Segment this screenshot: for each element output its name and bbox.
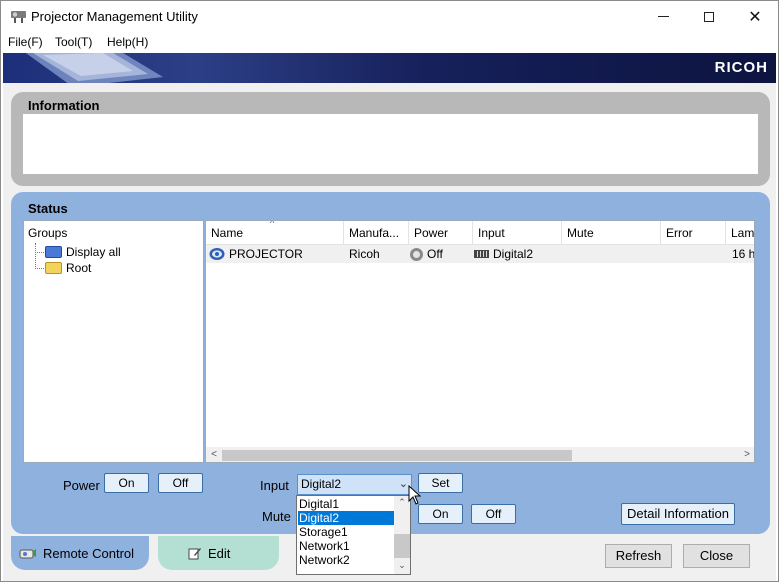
input-label: Input — [260, 478, 289, 493]
power-label: Power — [63, 478, 100, 493]
minimize-icon — [657, 16, 669, 17]
laptop-graphic — [25, 53, 163, 83]
information-panel: Information — [11, 92, 770, 186]
tree-item-root[interactable]: Root — [45, 261, 91, 275]
maximize-icon — [704, 11, 714, 22]
tree-connector — [35, 243, 36, 269]
menu-tool[interactable]: Tool(T) — [55, 35, 92, 49]
dropdown-option-selected[interactable]: Digital2 — [298, 511, 395, 525]
title-bar: Projector Management Utility ✕ — [1, 1, 778, 32]
cell-input: Digital2 — [474, 245, 562, 263]
cell-power: Off — [410, 245, 473, 263]
column-header-error[interactable]: Error — [661, 221, 726, 245]
groups-label: Groups — [28, 226, 68, 240]
menu-bar: File(F) Tool(T) Help(H) — [1, 32, 778, 52]
close-button[interactable]: Close — [683, 544, 750, 568]
power-off-icon — [410, 247, 423, 261]
input-port-icon — [474, 250, 489, 258]
window-title: Projector Management Utility — [31, 9, 198, 24]
horizontal-scrollbar[interactable]: < > — [206, 447, 754, 462]
scrollbar-thumb[interactable] — [222, 450, 572, 461]
tree-connector — [35, 252, 44, 253]
tree-item-display-all[interactable]: Display all — [45, 245, 121, 259]
header-banner: RICOH — [3, 53, 776, 83]
edit-icon — [188, 548, 201, 560]
cell-manufacturer: Ricoh — [349, 247, 380, 261]
scroll-right-icon[interactable]: > — [740, 448, 754, 462]
dropdown-option[interactable]: Digital1 — [298, 497, 395, 511]
scroll-down-icon[interactable]: ⌄ — [394, 560, 410, 572]
tree-item-label: Display all — [66, 245, 121, 259]
close-icon: ✕ — [748, 8, 762, 26]
power-off-button[interactable]: Off — [158, 473, 203, 493]
detail-information-button[interactable]: Detail Information — [621, 503, 735, 525]
input-select[interactable]: Digital2 ⌄ — [297, 474, 412, 495]
table-row[interactable]: PROJECTOR Ricoh Off Digital2 16 h — [206, 245, 755, 263]
dropdown-option[interactable]: Storage1 — [298, 525, 395, 539]
minimize-button[interactable] — [640, 1, 686, 32]
tab-edit[interactable]: Edit — [158, 536, 279, 570]
ricoh-logo: RICOH — [714, 59, 768, 76]
dropdown-option[interactable]: Network1 — [298, 539, 395, 553]
power-on-button[interactable]: On — [104, 473, 149, 493]
input-value: Digital2 — [493, 247, 534, 261]
tab-remote-control[interactable]: Remote Control — [11, 536, 149, 570]
cell-name: PROJECTOR — [209, 245, 344, 263]
cell-lamp: 16 h — [732, 247, 755, 261]
dropdown-scroll-thumb[interactable] — [394, 534, 410, 558]
menu-file[interactable]: File(F) — [8, 35, 43, 49]
mute-on-button[interactable]: On — [418, 504, 463, 524]
scroll-left-icon[interactable]: < — [207, 448, 221, 462]
mouse-cursor-icon — [408, 485, 422, 505]
information-title: Information — [28, 98, 100, 113]
information-text-box — [23, 114, 758, 174]
cell-mute — [567, 245, 661, 263]
projector-app-icon — [11, 11, 26, 23]
tab-edit-label: Edit — [208, 545, 231, 561]
column-header-input[interactable]: Input — [473, 221, 562, 245]
projector-device-icon — [209, 248, 225, 260]
menu-help[interactable]: Help(H) — [107, 35, 148, 49]
chevron-down-icon: ⌄ — [398, 478, 408, 490]
column-header-power[interactable]: Power — [409, 221, 473, 245]
input-select-value: Digital2 — [301, 477, 342, 491]
cell-error — [666, 245, 726, 263]
power-value: Off — [427, 247, 443, 261]
dropdown-option[interactable]: Network2 — [298, 553, 395, 567]
tree-connector — [35, 268, 44, 269]
column-header-name[interactable]: Name — [206, 221, 344, 245]
remote-control-icon — [19, 549, 36, 559]
tree-item-label: Root — [66, 261, 92, 275]
status-title: Status — [28, 201, 68, 216]
list-header: ^ Name Manufa... Power Input Mute Error … — [206, 221, 754, 245]
column-header-lamp[interactable]: Lam — [726, 221, 754, 245]
mute-off-button[interactable]: Off — [471, 504, 516, 524]
column-header-mute[interactable]: Mute — [562, 221, 661, 245]
dropdown-scrollbar[interactable]: ⌃ ⌄ — [394, 496, 410, 574]
projector-list: ^ Name Manufa... Power Input Mute Error … — [205, 220, 755, 463]
app-window: Projector Management Utility ✕ File(F) T… — [0, 0, 779, 582]
folder-blue-icon — [45, 246, 62, 258]
set-button[interactable]: Set — [418, 473, 463, 493]
close-window-button[interactable]: ✕ — [732, 1, 778, 32]
mute-label: Mute — [262, 509, 291, 524]
tab-remote-control-label: Remote Control — [43, 545, 135, 561]
maximize-button[interactable] — [686, 1, 732, 32]
folder-yellow-icon — [45, 262, 62, 274]
input-dropdown-list[interactable]: Digital1 Digital2 Storage1 Network1 Netw… — [296, 495, 411, 575]
column-header-manufacturer[interactable]: Manufa... — [344, 221, 409, 245]
projector-name: PROJECTOR — [229, 247, 303, 261]
refresh-button[interactable]: Refresh — [605, 544, 672, 568]
groups-tree: Groups Display all Root — [23, 220, 204, 463]
